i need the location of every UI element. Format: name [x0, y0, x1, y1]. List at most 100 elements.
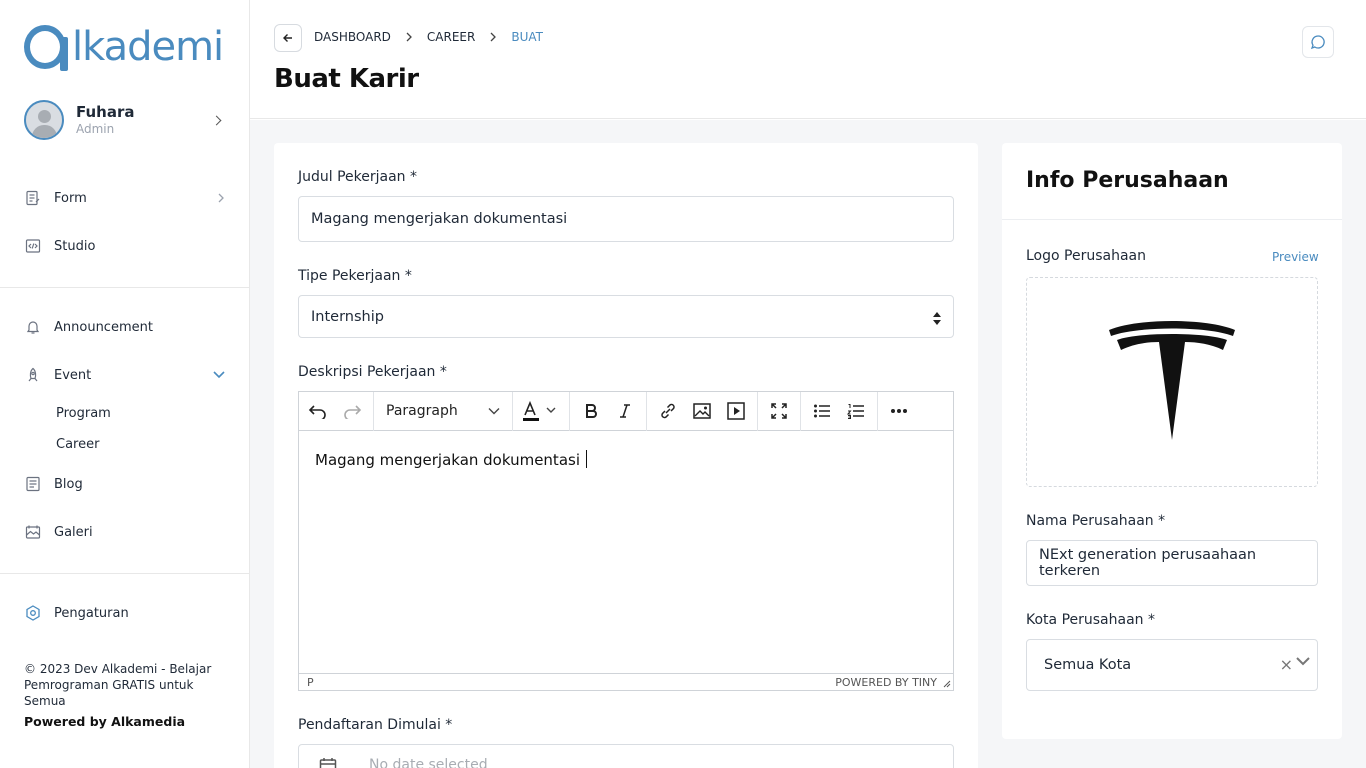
editor-content[interactable]: Magang mengerjakan dokumentasi [299, 432, 953, 673]
bold-button[interactable] [574, 396, 608, 426]
avatar [24, 100, 64, 140]
sidebar-item-blog[interactable]: Blog [24, 472, 226, 496]
breadcrumb-career[interactable]: CAREER [427, 30, 475, 44]
bullet-list-icon [814, 404, 830, 418]
alkademi-logo[interactable]: lkademi [24, 22, 224, 72]
chevron-down-icon[interactable] [1295, 655, 1311, 667]
sidebar-item-label: Announcement [54, 319, 153, 335]
sidebar-divider [0, 287, 249, 288]
company-city-select[interactable]: Semua Kota × [1026, 639, 1318, 691]
italic-button[interactable] [608, 396, 642, 426]
editor-text: Magang mengerjakan dokumentasi [315, 451, 580, 469]
company-name-input[interactable]: NExt generation perusaahaan terkeren [1026, 540, 1318, 586]
page-header: DASHBOARD CAREER BUAT Buat Karir [250, 0, 1366, 119]
gallery-icon [24, 524, 41, 541]
rocket-icon [24, 367, 41, 384]
undo-icon [308, 405, 326, 419]
job-type-select[interactable]: Internship [298, 295, 954, 338]
media-button[interactable] [719, 396, 753, 426]
redo-icon [344, 405, 362, 419]
registration-start-datepicker[interactable]: No date selected [298, 744, 954, 768]
code-icon [24, 238, 41, 255]
sidebar-item-announcement[interactable]: Announcement [24, 315, 226, 339]
arrow-left-icon [283, 34, 292, 42]
italic-icon [620, 404, 630, 418]
form-icon [24, 190, 41, 207]
job-description-label: Deskripsi Pekerjaan * [298, 364, 447, 380]
sidebar-item-event[interactable]: Event [24, 363, 226, 387]
select-arrows-icon [933, 312, 941, 326]
company-city-value: Semua Kota [1044, 657, 1132, 673]
powered-by-tiny[interactable]: POWERED BY TINY [835, 676, 937, 689]
blog-icon [24, 476, 41, 493]
chat-bubble-icon [1310, 35, 1325, 50]
chevron-down-icon [488, 408, 500, 415]
job-type-value: Internship [311, 308, 384, 325]
chevron-right-icon [487, 32, 499, 42]
settings-icon [24, 605, 41, 622]
text-color-button[interactable] [517, 396, 565, 426]
image-button[interactable] [685, 396, 719, 426]
redo-button[interactable] [335, 396, 369, 426]
sidebar-item-label: Galeri [54, 524, 93, 540]
link-button[interactable] [651, 396, 685, 426]
numbered-list-icon [847, 404, 864, 419]
editor-statusbar: P POWERED BY TINY [299, 673, 953, 690]
element-path[interactable]: P [307, 676, 314, 689]
sidebar-item-form[interactable]: Form [24, 186, 226, 210]
chevron-down-icon [213, 371, 225, 379]
sidebar-item-studio[interactable]: Studio [24, 234, 226, 258]
tesla-logo-icon [1109, 321, 1235, 440]
chat-button[interactable] [1302, 26, 1334, 58]
text-color-icon [523, 400, 556, 421]
job-title-input[interactable]: Magang mengerjakan dokumentasi [298, 196, 954, 242]
company-name-label: Nama Perusahaan * [1026, 513, 1166, 529]
sidebar-item-label: Pengaturan [54, 605, 129, 621]
company-logo-upload[interactable] [1026, 277, 1318, 487]
more-icon [891, 409, 907, 413]
card-divider [1002, 219, 1342, 220]
preview-link[interactable]: Preview [1272, 250, 1319, 264]
clear-icon[interactable]: × [1280, 657, 1293, 673]
numbered-list-button[interactable] [839, 396, 873, 426]
breadcrumb-buat: BUAT [511, 30, 543, 44]
block-format-dropdown[interactable]: Paragraph [378, 396, 508, 426]
breadcrumb: DASHBOARD CAREER BUAT [314, 30, 543, 44]
breadcrumb-dashboard[interactable]: DASHBOARD [314, 30, 391, 44]
fullscreen-button[interactable] [762, 396, 796, 426]
sidebar-item-galeri[interactable]: Galeri [24, 520, 226, 544]
bold-icon [586, 404, 597, 418]
rich-text-editor: Paragraph Magang mengerjakan dokumentasi… [298, 391, 954, 691]
chevron-right-icon [211, 115, 222, 125]
bullet-list-button[interactable] [805, 396, 839, 426]
sidebar-item-label: Studio [54, 238, 96, 254]
job-title-label: Judul Pekerjaan * [298, 169, 418, 185]
image-icon [693, 403, 711, 419]
more-button[interactable] [882, 396, 916, 426]
sidebar: lkademi Fuhara Admin Form Studio Announc… [0, 0, 250, 768]
sidebar-subitem-career[interactable]: Career [56, 437, 99, 452]
company-logo-label: Logo Perusahaan [1026, 248, 1146, 264]
undo-button[interactable] [301, 396, 335, 426]
company-city-label: Kota Perusahaan * [1026, 612, 1155, 628]
resize-handle-icon[interactable] [943, 680, 951, 688]
user-role: Admin [76, 122, 115, 136]
logo-mark-icon [24, 25, 68, 71]
media-icon [727, 402, 745, 420]
company-info-title: Info Perusahaan [1026, 168, 1229, 193]
block-format-value: Paragraph [386, 403, 458, 419]
job-type-label: Tipe Pekerjaan * [298, 268, 412, 284]
sidebar-item-pengaturan[interactable]: Pengaturan [24, 601, 226, 625]
user-profile[interactable]: Fuhara Admin [24, 100, 226, 140]
sidebar-item-label: Event [54, 367, 92, 383]
bell-icon [24, 319, 41, 336]
registration-start-label: Pendaftaran Dimulai * [298, 717, 453, 733]
page-title: Buat Karir [274, 64, 419, 94]
sidebar-subitem-program[interactable]: Program [56, 406, 111, 421]
date-placeholder: No date selected [369, 757, 488, 768]
chevron-right-icon [403, 32, 415, 42]
back-button[interactable] [274, 24, 302, 52]
sidebar-item-label: Blog [54, 476, 83, 492]
calendar-icon [319, 758, 337, 768]
footer-copyright: © 2023 Dev Alkademi - Belajar Pemrograma… [24, 662, 212, 708]
